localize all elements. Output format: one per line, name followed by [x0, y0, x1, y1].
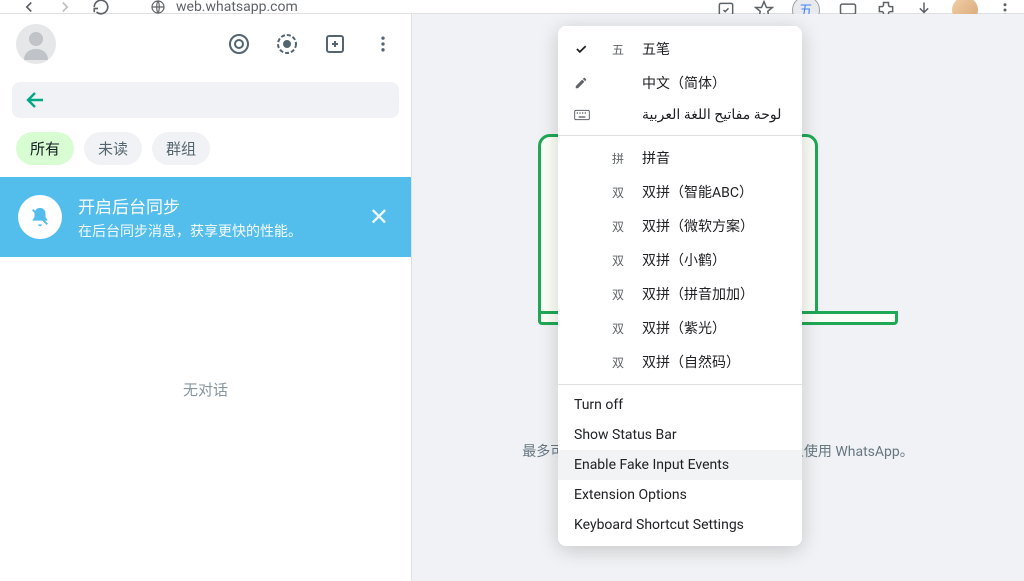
- nav-forward-icon: [56, 0, 74, 16]
- ime-label: 双拼（小鹤）: [642, 250, 786, 270]
- notice-description: 在后台同步消息，获享更快的性能。: [78, 221, 349, 241]
- ime-label: 双拼（智能ABC）: [642, 182, 786, 202]
- search-back-icon[interactable]: [24, 88, 48, 112]
- search-input[interactable]: [12, 82, 399, 118]
- menu-action[interactable]: Enable Fake Input Events: [558, 450, 802, 480]
- ime-option[interactable]: 五五笔: [558, 32, 802, 66]
- ime-label: 拼音: [642, 148, 786, 168]
- status-icon[interactable]: [275, 32, 299, 56]
- ime-option[interactable]: لوحة مفاتيح اللغة العربية: [558, 100, 802, 130]
- ime-label: 五笔: [642, 39, 786, 59]
- keyboard-icon: [574, 109, 594, 121]
- user-avatar[interactable]: [16, 24, 56, 64]
- app-container: 所有 未读 群组 开启后台同步 在后台同步消息，获享更快的性能。 ✕ 无对话: [0, 14, 1024, 581]
- site-lock-icon[interactable]: [150, 0, 166, 15]
- ime-label: 双拼（自然码）: [642, 352, 786, 372]
- communities-icon[interactable]: [227, 32, 251, 56]
- menu-action[interactable]: Extension Options: [558, 480, 802, 510]
- chat-list-header: [0, 14, 411, 74]
- filter-groups[interactable]: 群组: [152, 132, 210, 165]
- pencil-icon: [574, 76, 594, 90]
- ime-label: 双拼（拼音加加）: [642, 284, 786, 304]
- ime-option[interactable]: 双双拼（智能ABC）: [558, 175, 802, 209]
- menu-icon[interactable]: [371, 32, 395, 56]
- menu-action[interactable]: Keyboard Shortcut Settings: [558, 510, 802, 540]
- menu-action-label: Turn off: [574, 397, 786, 413]
- filter-unread[interactable]: 未读: [84, 132, 142, 165]
- ime-badge: 双: [608, 354, 628, 371]
- filter-chips: 所有 未读 群组: [0, 126, 411, 177]
- reload-icon[interactable]: [92, 0, 110, 16]
- browser-toolbar: web.whatsapp.com 五: [0, 0, 1024, 14]
- ime-badge: 拼: [608, 150, 628, 167]
- menu-action[interactable]: Turn off: [558, 390, 802, 420]
- menu-action-label: Enable Fake Input Events: [574, 457, 786, 473]
- ime-option[interactable]: 双双拼（小鹤）: [558, 243, 802, 277]
- empty-text: 无对话: [183, 379, 228, 400]
- ime-badge: 双: [608, 252, 628, 269]
- new-chat-icon[interactable]: [323, 32, 347, 56]
- ime-badge: 五: [608, 41, 628, 58]
- ime-badge: 双: [608, 218, 628, 235]
- sync-notice-banner[interactable]: 开启后台同步 在后台同步消息，获享更快的性能。 ✕: [0, 177, 411, 257]
- ime-badge: 双: [608, 184, 628, 201]
- check-icon: [574, 42, 594, 56]
- ime-label: 中文（简体）: [642, 73, 786, 93]
- ime-option[interactable]: 拼拼音: [558, 141, 802, 175]
- url-text[interactable]: web.whatsapp.com: [176, 0, 298, 15]
- ime-option[interactable]: 中文（简体）: [558, 66, 802, 100]
- chat-list-panel: 所有 未读 群组 开启后台同步 在后台同步消息，获享更快的性能。 ✕ 无对话: [0, 14, 412, 581]
- ime-option[interactable]: 双双拼（紫光）: [558, 311, 802, 345]
- menu-divider: [558, 384, 802, 385]
- ime-label: 双拼（紫光）: [642, 318, 786, 338]
- ime-option[interactable]: 双双拼（拼音加加）: [558, 277, 802, 311]
- ime-badge: 双: [608, 320, 628, 337]
- filter-all[interactable]: 所有: [16, 132, 74, 165]
- menu-action[interactable]: Show Status Bar: [558, 420, 802, 450]
- ime-label: 双拼（微软方案）: [642, 216, 786, 236]
- notice-title: 开启后台同步: [78, 193, 349, 218]
- nav-back-icon[interactable]: [20, 0, 38, 16]
- menu-action-label: Extension Options: [574, 487, 786, 503]
- notice-close-icon[interactable]: ✕: [365, 203, 393, 231]
- ime-option[interactable]: 双双拼（自然码）: [558, 345, 802, 379]
- empty-chat-list: 无对话: [0, 257, 411, 581]
- bell-icon: [18, 195, 62, 239]
- ime-badge: 双: [608, 286, 628, 303]
- search-area: [0, 74, 411, 126]
- menu-action-label: Show Status Bar: [574, 427, 786, 443]
- ime-option[interactable]: 双双拼（微软方案）: [558, 209, 802, 243]
- menu-action-label: Keyboard Shortcut Settings: [574, 517, 786, 533]
- menu-divider: [558, 135, 802, 136]
- ime-label: لوحة مفاتيح اللغة العربية: [642, 107, 786, 123]
- ime-dropdown-menu: 五五笔中文（简体）لوحة مفاتيح اللغة العربية 拼拼音双双…: [558, 26, 802, 546]
